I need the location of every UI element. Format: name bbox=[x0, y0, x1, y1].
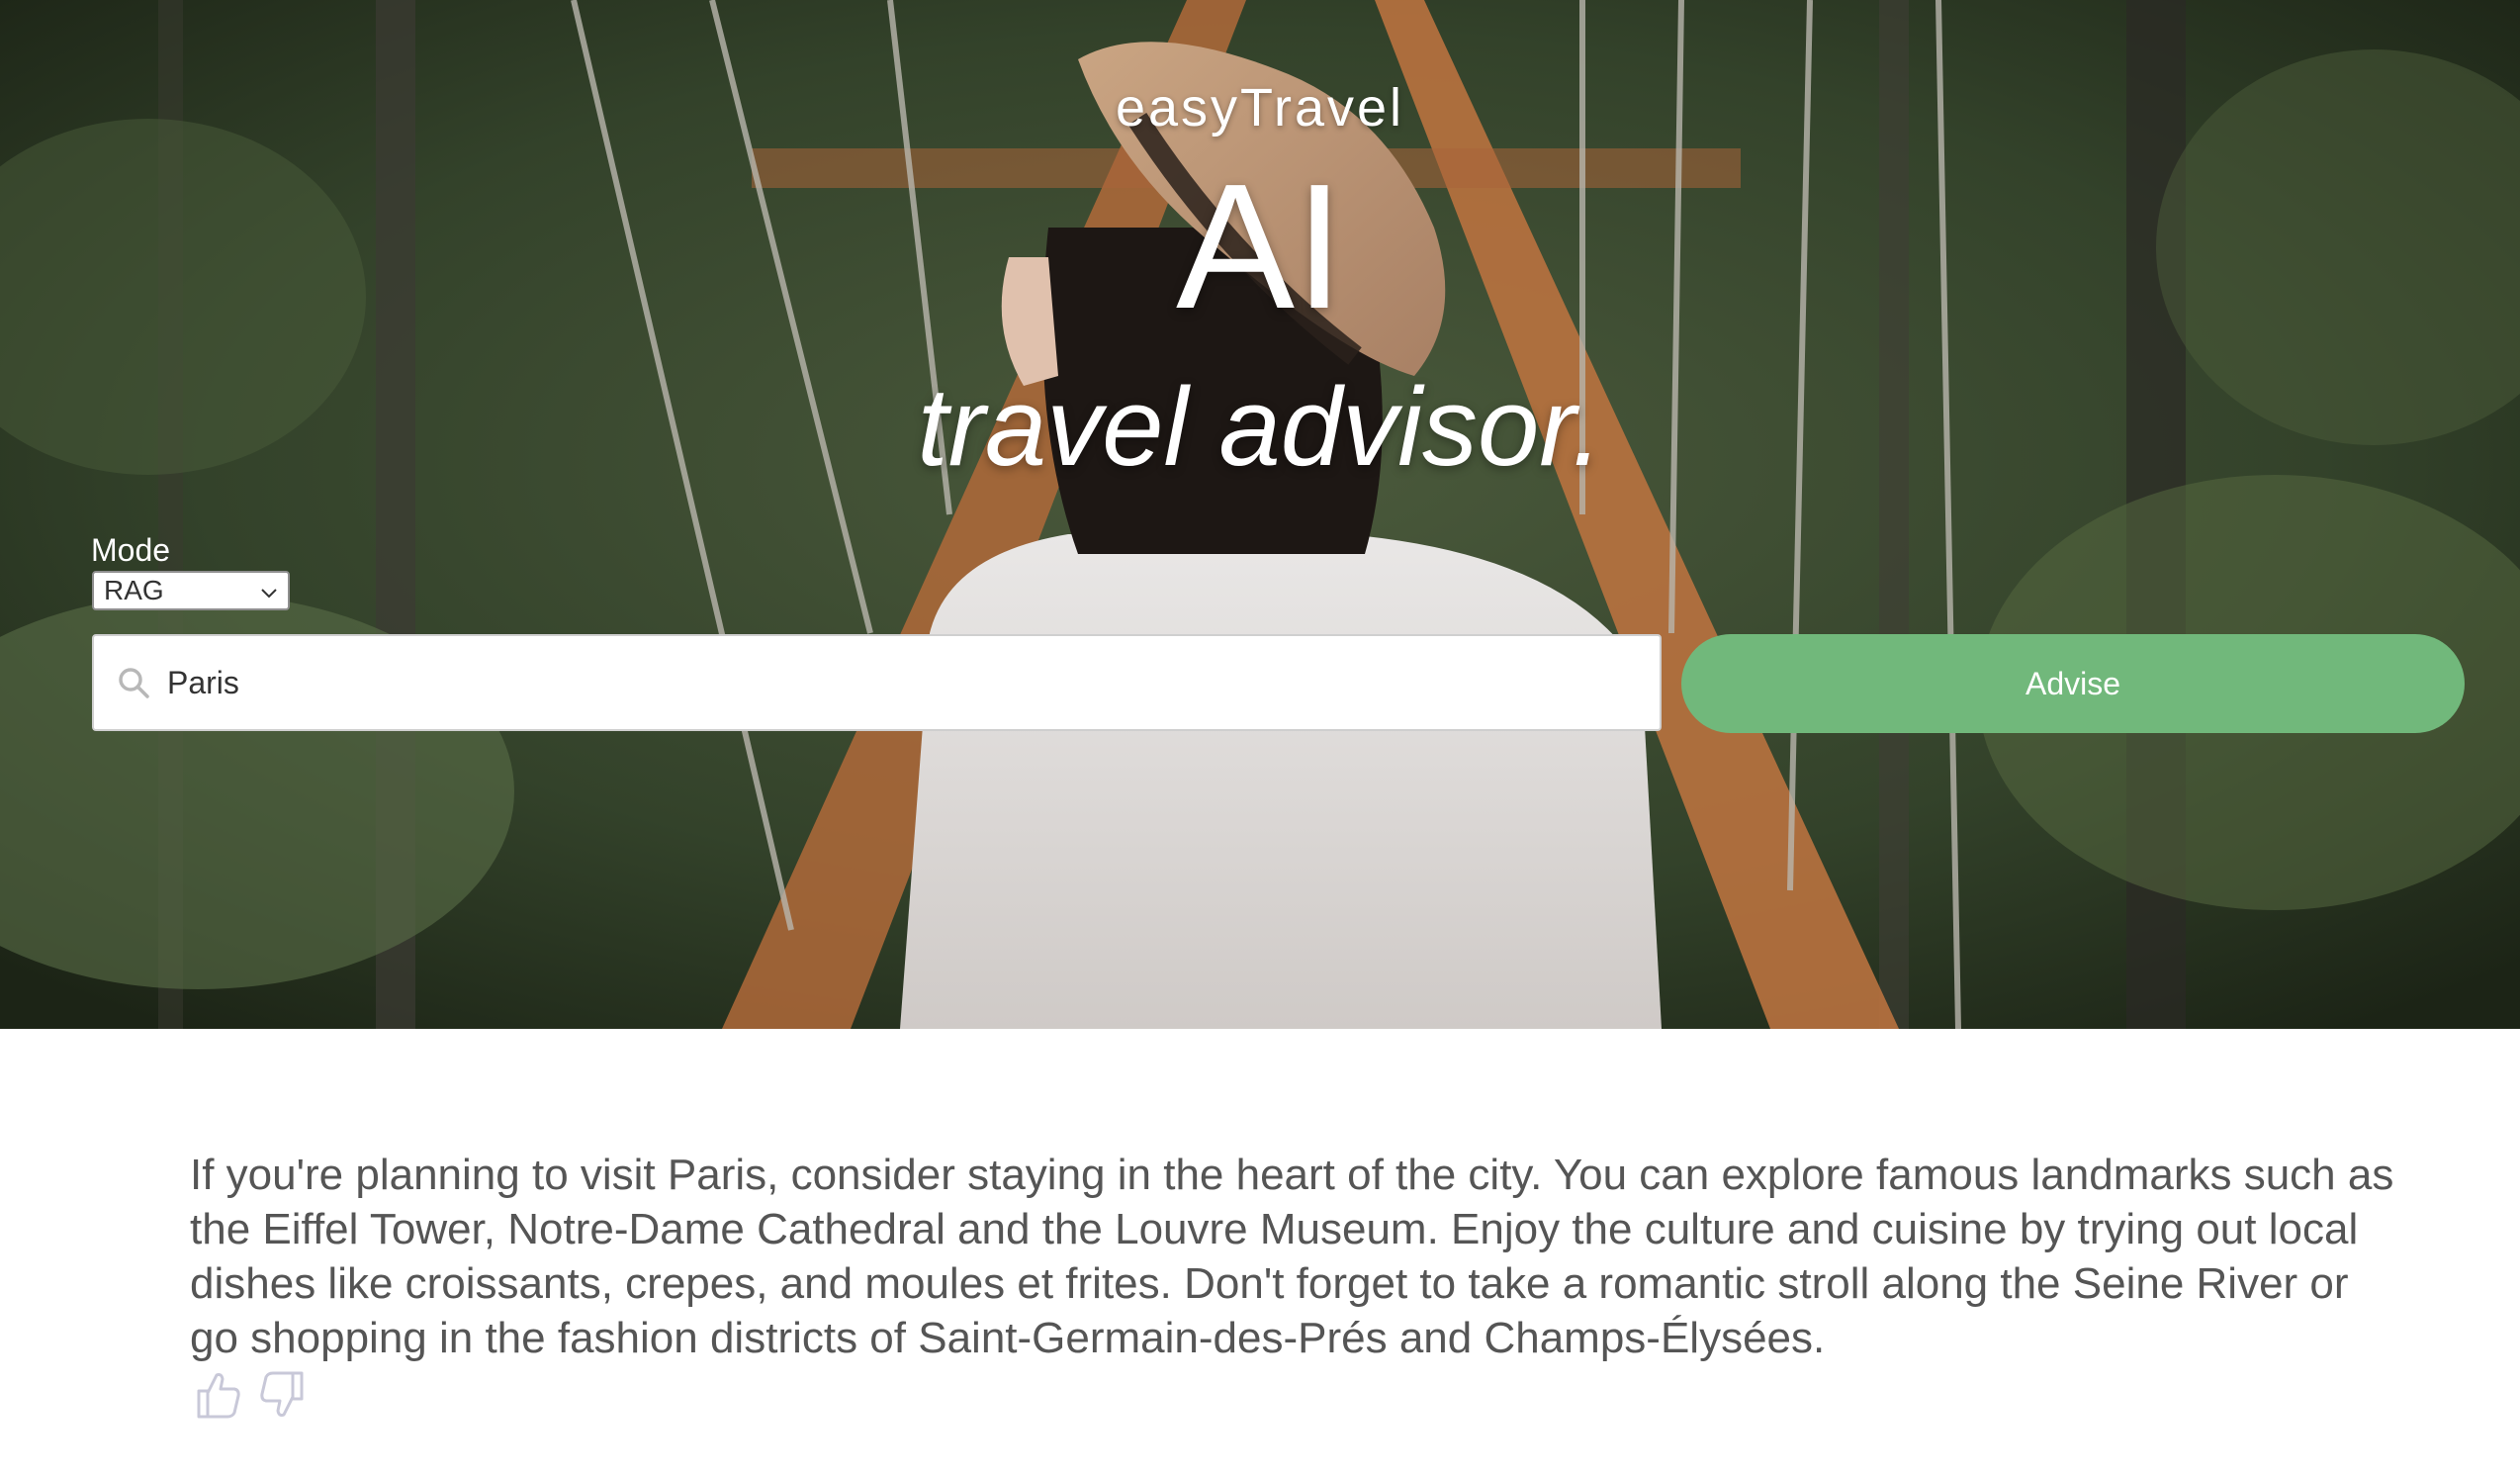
brand-name: easyTravel bbox=[1115, 78, 1405, 138]
subheadline: travel advisor. bbox=[917, 365, 1603, 489]
feedback-buttons bbox=[194, 1367, 307, 1423]
search-icon bbox=[116, 665, 151, 700]
mode-label: Mode bbox=[91, 532, 171, 568]
search-box[interactable] bbox=[92, 634, 1662, 731]
hero-banner: easyTravel AI travel advisor. Mode RAG A… bbox=[0, 0, 2520, 1029]
search-input[interactable] bbox=[165, 652, 1660, 713]
advise-button[interactable]: Advise bbox=[1681, 634, 2465, 733]
advice-text: If you're planning to visit Paris, consi… bbox=[190, 1151, 2394, 1362]
headline: AI bbox=[1175, 147, 1345, 346]
thumbs-down-icon[interactable] bbox=[257, 1367, 307, 1423]
mode-select[interactable]: RAG bbox=[92, 571, 290, 610]
mode-select-value: RAG bbox=[104, 575, 164, 605]
thumbs-up-icon[interactable] bbox=[194, 1367, 243, 1423]
chevron-down-icon bbox=[260, 575, 278, 606]
